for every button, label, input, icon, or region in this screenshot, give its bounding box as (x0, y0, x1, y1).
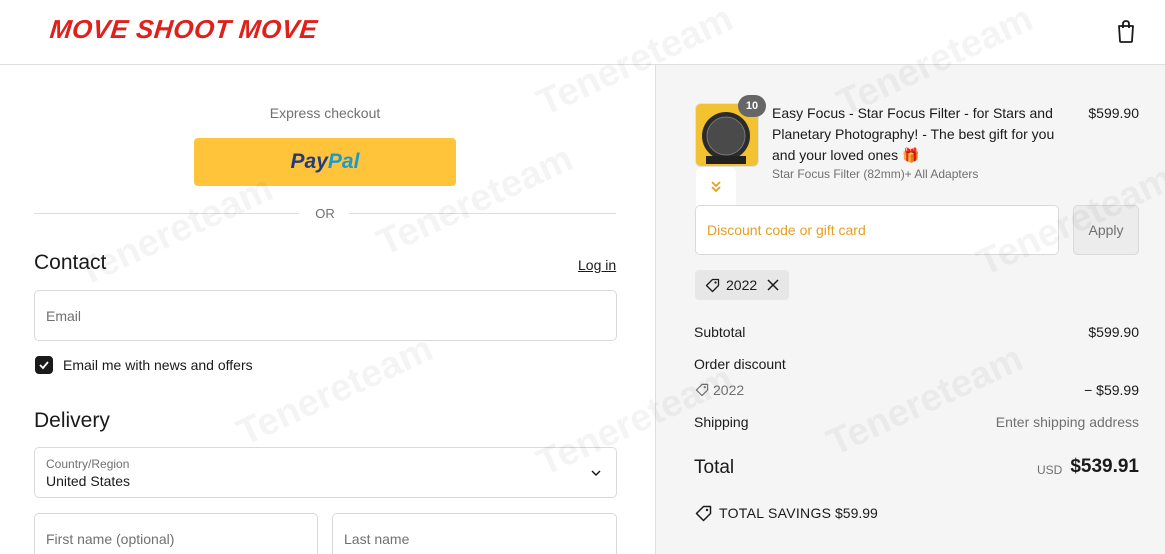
first-name-field[interactable]: First name (optional) (34, 513, 318, 554)
tag-icon (695, 383, 709, 397)
chevron-down-icon (591, 470, 601, 477)
last-name-field[interactable]: Last name (332, 513, 617, 554)
shipping-value: Enter shipping address (995, 414, 1139, 430)
discount-code-label: 2022 (713, 382, 745, 398)
first-name-placeholder: First name (optional) (46, 531, 175, 547)
product-variant: Star Focus Filter (82mm)+ All Adapters (772, 167, 979, 181)
shopping-bag-icon[interactable] (1114, 18, 1138, 44)
total-label: Total (694, 457, 735, 478)
checkout-form: Express checkout PayPal OR Contact Log i… (0, 65, 655, 554)
newsletter-label: Email me with news and offers (63, 357, 253, 373)
discount-placeholder: Discount code or gift card (707, 222, 866, 238)
total-savings-label: TOTAL SAVINGS (719, 505, 832, 521)
remove-discount-icon[interactable] (766, 278, 780, 292)
order-discount-label: Order discount (694, 356, 786, 372)
country-value: United States (46, 473, 131, 489)
contact-heading: Contact (34, 251, 107, 274)
applied-code: 2022 (726, 277, 758, 293)
total-currency: USD (1037, 463, 1063, 477)
quantity-badge: 10 (738, 95, 766, 117)
expand-items-button[interactable] (696, 167, 736, 207)
country-label: Country/Region (46, 457, 130, 471)
last-name-placeholder: Last name (344, 531, 410, 547)
discount-code-input[interactable]: Discount code or gift card (695, 205, 1059, 255)
check-icon (39, 361, 49, 370)
delivery-heading: Delivery (34, 409, 110, 432)
savings-tag-icon (695, 505, 712, 522)
header: MOVE SHOOT MOVE (0, 0, 1165, 65)
email-placeholder: Email (46, 308, 82, 324)
or-text: OR (315, 206, 335, 221)
express-checkout-label: Express checkout (269, 105, 381, 121)
product-title: Easy Focus - Star Focus Filter - for Sta… (772, 105, 1055, 163)
subtotal-label: Subtotal (694, 324, 746, 340)
newsletter-checkbox[interactable] (35, 356, 53, 374)
tag-icon (705, 278, 720, 293)
total-savings-value: $59.99 (835, 505, 878, 521)
shipping-label: Shipping (694, 414, 749, 430)
discount-value: − $59.99 (1084, 382, 1139, 398)
paypal-logo: PayPal (290, 150, 360, 173)
total-value: $539.91 (1070, 456, 1139, 477)
paypal-button[interactable]: PayPal (194, 138, 456, 186)
email-field[interactable]: Email (34, 290, 617, 341)
double-chevron-down-icon (711, 181, 721, 193)
applied-discount-chip: 2022 (695, 270, 789, 300)
subtotal-value: $599.90 (1088, 324, 1139, 340)
order-summary: 10 Easy Focus - Star Focus Filter - for … (655, 65, 1165, 554)
or-divider: OR (34, 205, 616, 221)
product-price: $599.90 (1088, 105, 1139, 121)
apply-discount-button[interactable]: Apply (1073, 205, 1139, 255)
country-select[interactable]: Country/Region United States (34, 447, 617, 498)
login-link[interactable]: Log in (578, 257, 616, 273)
store-logo[interactable]: MOVE SHOOT MOVE (48, 14, 319, 45)
